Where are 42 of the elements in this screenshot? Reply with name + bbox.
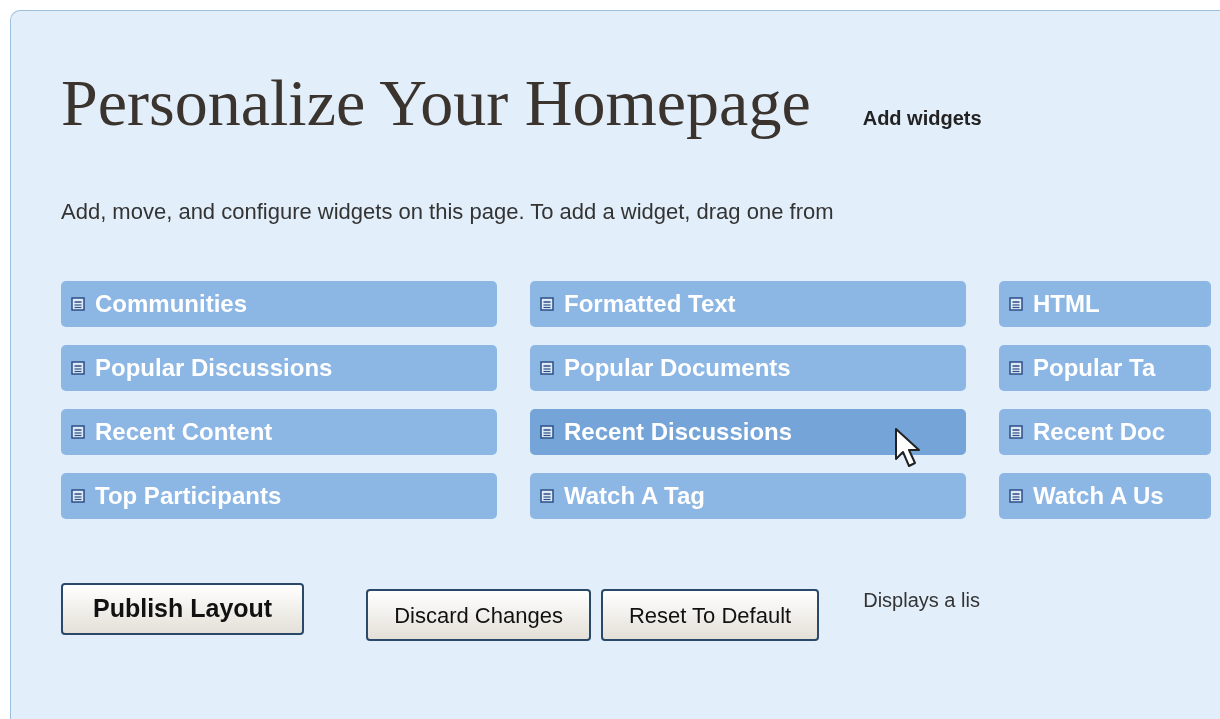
- widget-item[interactable]: Top Participants: [61, 473, 497, 519]
- widget-item[interactable]: Recent Doc: [999, 409, 1211, 455]
- widget-label: Formatted Text: [564, 289, 736, 319]
- widget-item[interactable]: Popular Documents: [530, 345, 966, 391]
- widget-icon: [71, 489, 85, 503]
- widget-description: Displays a lis: [863, 588, 980, 613]
- widget-label: HTML: [1033, 289, 1100, 319]
- widget-item[interactable]: Recent Content: [61, 409, 497, 455]
- widget-icon: [71, 425, 85, 439]
- widget-icon: [540, 297, 554, 311]
- widget-item[interactable]: Formatted Text: [530, 281, 966, 327]
- widget-icon: [1009, 361, 1023, 375]
- page-title: Personalize Your Homepage: [61, 65, 811, 141]
- widget-item[interactable]: HTML: [999, 281, 1211, 327]
- widget-item[interactable]: Popular Ta: [999, 345, 1211, 391]
- widget-icon: [1009, 425, 1023, 439]
- widget-label: Recent Content: [95, 417, 273, 447]
- widget-label: Communities: [95, 289, 247, 319]
- widget-label: Popular Documents: [564, 353, 791, 383]
- action-button[interactable]: Discard Changes: [366, 589, 591, 641]
- widget-label: Top Participants: [95, 481, 282, 511]
- widget-item[interactable]: Communities: [61, 281, 497, 327]
- widget-icon: [540, 489, 554, 503]
- action-button[interactable]: Reset To Default: [600, 589, 820, 641]
- widget-item[interactable]: Watch A Us: [999, 473, 1211, 519]
- widget-icon: [540, 425, 554, 439]
- widget-item[interactable]: Popular Discussions: [61, 345, 497, 391]
- action-button[interactable]: Publish Layout: [61, 583, 305, 635]
- widget-label: Recent Doc: [1033, 417, 1166, 447]
- widget-label: Popular Discussions: [95, 353, 333, 383]
- instructions-text: Add, move, and configure widgets on this page. To add a widget, drag one from: [61, 198, 835, 226]
- widget-label: Popular Ta: [1033, 353, 1156, 383]
- widget-label: Watch A Us: [1033, 481, 1164, 511]
- widget-item[interactable]: Watch A Tag: [530, 473, 966, 519]
- widget-icon: [540, 361, 554, 375]
- widget-icon: [71, 361, 85, 375]
- widget-label: Recent Discussions: [564, 417, 793, 447]
- widget-icon: [1009, 297, 1023, 311]
- widget-icon: [71, 297, 85, 311]
- title-hint: Add widgets: [862, 106, 982, 131]
- widget-label: Watch A Tag: [564, 481, 705, 511]
- widget-icon: [1009, 489, 1023, 503]
